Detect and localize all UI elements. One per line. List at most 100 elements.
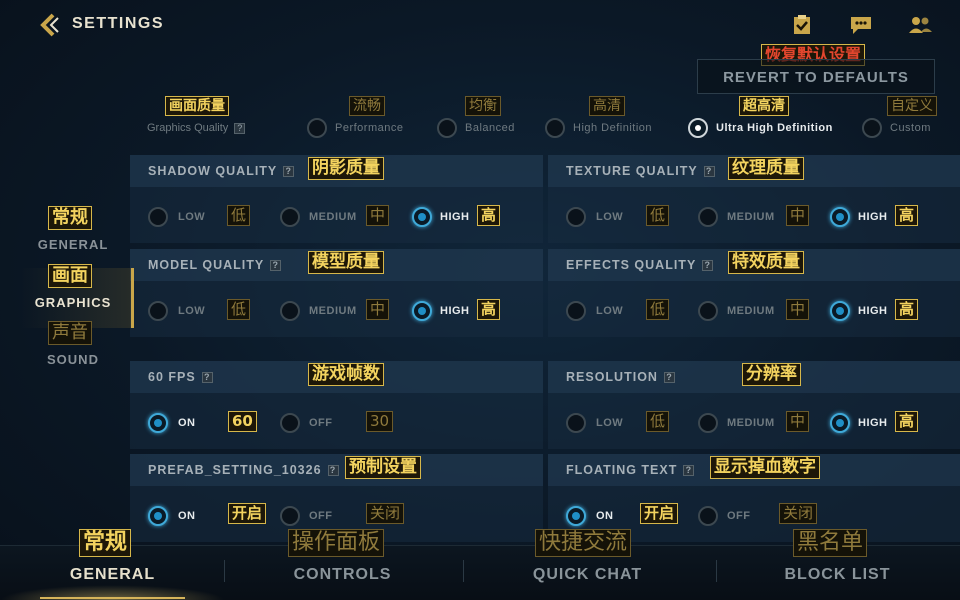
resolution-medium-radio[interactable] (698, 413, 718, 433)
prefab-on-radio[interactable] (148, 506, 168, 526)
shadow-medium-radio[interactable] (280, 207, 300, 227)
tab-block-list[interactable]: BLOCK LIST (765, 566, 910, 584)
shadow-high-radio[interactable] (412, 207, 432, 227)
preset-uhd-label[interactable]: Ultra High Definition (716, 122, 833, 134)
tab-controls-cn: 操作面板 (288, 529, 385, 557)
help-icon[interactable]: ? (703, 166, 715, 178)
effects-medium-label[interactable]: MEDIUM (727, 305, 775, 317)
sidebar-graphics-cn: 画面 (48, 264, 92, 288)
floating-on-radio[interactable] (566, 506, 586, 526)
floating-on-label[interactable]: ON (596, 510, 614, 522)
floating-off-radio[interactable] (698, 506, 718, 526)
shadow-low-radio[interactable] (148, 207, 168, 227)
clipboard-check-icon[interactable] (791, 14, 813, 36)
model-low-radio[interactable] (148, 301, 168, 321)
texture-low-radio[interactable] (566, 207, 586, 227)
prefab-off-cn: 关闭 (366, 503, 405, 524)
fps-title: 60 FPS? (148, 370, 213, 384)
sidebar-graphics-label: GRAPHICS (34, 295, 112, 310)
chat-bubble-icon[interactable] (849, 14, 871, 36)
revert-to-defaults-button[interactable]: REVERT TO DEFAULTS (697, 59, 935, 94)
model-quality-cn: 模型质量 (308, 251, 384, 274)
shadow-quality-title: SHADOW QUALITY? (148, 164, 295, 178)
friends-icon[interactable] (907, 14, 933, 36)
texture-high-radio[interactable] (830, 207, 850, 227)
effects-high-label[interactable]: HIGH (858, 305, 888, 317)
prefab-on-label[interactable]: ON (178, 510, 196, 522)
model-high-label[interactable]: HIGH (440, 305, 470, 317)
tab-controls[interactable]: CONTROLS (270, 566, 415, 584)
resolution-title: RESOLUTION? (566, 370, 675, 384)
sidebar-item-graphics[interactable]: 画面 GRAPHICS (30, 264, 116, 310)
help-icon[interactable]: ? (270, 260, 282, 272)
sidebar-general-cn: 常规 (48, 206, 92, 230)
tab-general[interactable]: GENERAL (40, 566, 185, 584)
preset-custom-label[interactable]: Custom (890, 122, 931, 134)
texture-high-label[interactable]: HIGH (858, 211, 888, 223)
texture-quality-cn: 纹理质量 (728, 157, 804, 180)
fps-cn: 游戏帧数 (308, 363, 384, 386)
preset-hd-cn: 高清 (589, 96, 625, 116)
help-icon[interactable]: ? (683, 465, 695, 477)
tab-quick-chat[interactable]: QUICK CHAT (515, 566, 660, 584)
fps-on-radio[interactable] (148, 413, 168, 433)
effects-high-radio[interactable] (830, 301, 850, 321)
model-low-cn: 低 (227, 299, 251, 320)
preset-uhd-radio[interactable] (688, 118, 708, 138)
preset-balanced-radio[interactable] (437, 118, 457, 138)
floating-off-cn: 关闭 (779, 503, 818, 524)
effects-low-radio[interactable] (566, 301, 586, 321)
preset-hd-radio[interactable] (545, 118, 565, 138)
preset-hd-label[interactable]: High Definition (573, 122, 652, 134)
texture-low-label[interactable]: LOW (596, 211, 623, 223)
help-icon[interactable]: ? (327, 465, 339, 477)
help-icon[interactable]: ? (702, 260, 714, 272)
preset-performance-label[interactable]: Performance (335, 122, 403, 134)
effects-quality-cn: 特效质量 (728, 251, 804, 274)
tab-block-list-cn: 黑名单 (793, 529, 868, 557)
preset-balanced-label[interactable]: Balanced (465, 122, 515, 134)
sidebar-item-general[interactable]: 常规 GENERAL (30, 206, 116, 252)
model-medium-radio[interactable] (280, 301, 300, 321)
tab-divider (716, 560, 717, 582)
model-low-label[interactable]: LOW (178, 305, 205, 317)
tab-general-cn: 常规 (79, 529, 132, 557)
resolution-high-cn: 高 (895, 411, 919, 432)
resolution-high-label[interactable]: HIGH (858, 417, 888, 429)
back-chevron-icon[interactable] (38, 12, 64, 38)
texture-medium-label[interactable]: MEDIUM (727, 211, 775, 223)
prefab-title: PREFAB_SETTING_10326? (148, 463, 339, 477)
prefab-on-cn: 开启 (228, 503, 267, 524)
help-icon[interactable]: ? (283, 166, 295, 178)
preset-performance-radio[interactable] (307, 118, 327, 138)
texture-high-cn: 高 (895, 205, 919, 226)
tab-selected-underline (40, 597, 185, 599)
prefab-off-radio[interactable] (280, 506, 300, 526)
help-icon[interactable]: ? (663, 372, 675, 384)
effects-low-label[interactable]: LOW (596, 305, 623, 317)
sidebar-item-sound[interactable]: 声音 SOUND (30, 321, 116, 367)
resolution-low-cn: 低 (646, 411, 670, 432)
shadow-medium-label[interactable]: MEDIUM (309, 211, 357, 223)
model-high-radio[interactable] (412, 301, 432, 321)
shadow-low-label[interactable]: LOW (178, 211, 205, 223)
resolution-low-radio[interactable] (566, 413, 586, 433)
effects-medium-radio[interactable] (698, 301, 718, 321)
shadow-high-label[interactable]: HIGH (440, 211, 470, 223)
preset-custom-radio[interactable] (862, 118, 882, 138)
help-icon[interactable]: ? (201, 372, 213, 384)
effects-high-cn: 高 (895, 299, 919, 320)
shadow-high-cn: 高 (477, 205, 501, 226)
fps-off-label[interactable]: OFF (309, 417, 333, 429)
fps-off-radio[interactable] (280, 413, 300, 433)
floating-off-label[interactable]: OFF (727, 510, 751, 522)
resolution-medium-label[interactable]: MEDIUM (727, 417, 775, 429)
resolution-high-radio[interactable] (830, 413, 850, 433)
model-medium-label[interactable]: MEDIUM (309, 305, 357, 317)
resolution-low-label[interactable]: LOW (596, 417, 623, 429)
texture-medium-radio[interactable] (698, 207, 718, 227)
fps-on-label[interactable]: ON (178, 417, 196, 429)
fps-off-cn: 30 (366, 411, 394, 432)
prefab-off-label[interactable]: OFF (309, 510, 333, 522)
help-icon[interactable]: ? (234, 122, 246, 134)
